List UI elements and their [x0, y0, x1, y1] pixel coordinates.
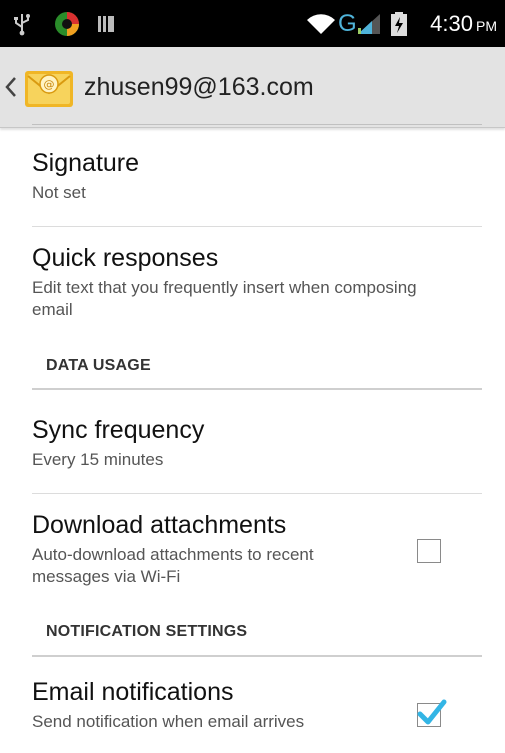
download-attachments-summary: Auto-download attachments to recent mess…	[32, 545, 314, 586]
sync-frequency-pref[interactable]: Sync frequency Every 15 minutes	[32, 415, 482, 471]
quick-responses-pref[interactable]: Quick responses Edit text that you frequ…	[32, 243, 482, 321]
battery-storage-icon	[96, 0, 116, 47]
sync-frequency-title: Sync frequency	[32, 416, 205, 444]
usb-icon	[12, 0, 32, 47]
svg-text:@: @	[44, 78, 55, 91]
clock: 4:30 PM	[430, 0, 497, 47]
battery-icon	[390, 0, 408, 47]
sync-frequency-summary: Every 15 minutes	[32, 450, 164, 469]
signature-pref[interactable]: Signature Not set	[32, 148, 482, 204]
download-attachments-pref[interactable]: Download attachments Auto-download attac…	[32, 510, 482, 588]
signature-summary: Not set	[32, 183, 86, 202]
notification-settings-header: NOTIFICATION SETTINGS	[46, 623, 248, 640]
clock-time: 4:30	[430, 10, 473, 36]
download-attachments-title: Download attachments	[32, 511, 287, 539]
app-notification-icon	[52, 0, 82, 47]
divider	[32, 226, 482, 227]
download-attachments-checkbox[interactable]	[417, 539, 441, 563]
email-notifications-title: Email notifications	[32, 678, 234, 706]
action-bar: @ zhusen99@163.com	[0, 47, 505, 128]
checkmark-icon	[417, 699, 447, 725]
account-title: zhusen99@163.com	[84, 72, 314, 101]
signal-icon	[356, 0, 382, 47]
email-app-icon[interactable]: @	[22, 63, 76, 111]
divider	[32, 493, 482, 494]
back-chevron-icon[interactable]	[4, 47, 18, 127]
category-divider	[32, 655, 482, 657]
data-usage-header: DATA USAGE	[46, 357, 151, 374]
category-divider	[32, 388, 482, 390]
signature-title: Signature	[32, 149, 140, 177]
email-notifications-pref[interactable]: Email notifications Send notification wh…	[32, 677, 482, 733]
email-notifications-checkbox[interactable]	[417, 699, 447, 727]
email-notifications-summary: Send notification when email arrives	[32, 712, 305, 731]
quick-responses-title: Quick responses	[32, 244, 219, 272]
wifi-icon	[306, 0, 336, 47]
network-g-icon: G	[338, 9, 357, 37]
quick-responses-summary: Edit text that you frequently insert whe…	[32, 278, 417, 319]
clock-ampm: PM	[476, 17, 497, 34]
top-divider	[32, 124, 482, 125]
status-bar: G 4:30 PM	[0, 0, 505, 47]
